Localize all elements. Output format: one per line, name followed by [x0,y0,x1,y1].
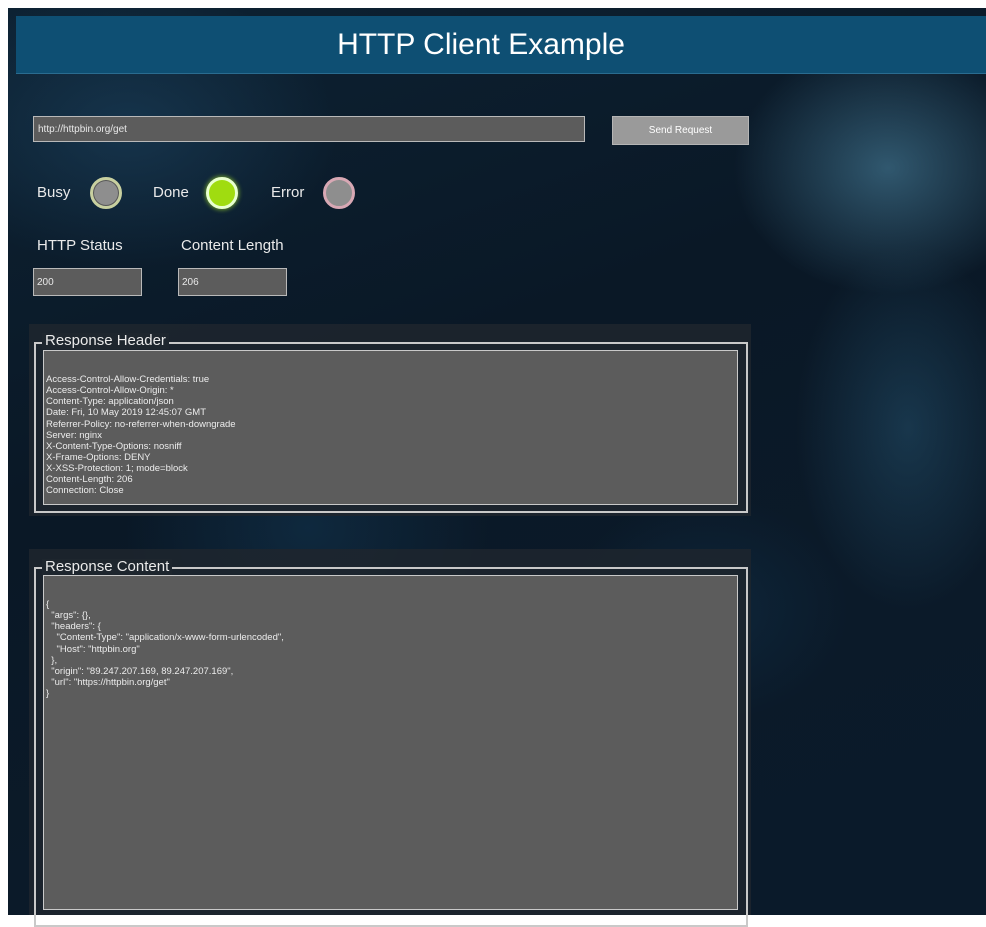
header-line: X-Content-Type-Options: nosniff [46,440,182,452]
header-line: X-Frame-Options: DENY [46,451,151,463]
done-indicator [206,177,238,209]
content-line: "Content-Type": "application/x-www-form-… [46,632,284,644]
header-line: Content-Type: application/json [46,396,174,408]
content-line: "origin": "89.247.207.169, 89.247.207.16… [46,665,234,677]
header-line: Access-Control-Allow-Origin: * [46,385,174,397]
content-length-label: Content Length [181,237,284,254]
error-indicator [323,177,355,209]
content-line: "url": "https://httpbin.org/get" [46,676,170,688]
error-label: Error [271,184,305,201]
content-line: "Host": "httpbin.org" [46,643,140,655]
content-line: } [46,687,50,699]
header-line: Date: Fri, 10 May 2019 12:45:07 GMT [46,407,206,419]
content-line: { [46,599,50,611]
content-line: }, [46,654,58,666]
header-line: Referrer-Policy: no-referrer-when-downgr… [46,418,236,430]
content-line: "args": {}, [46,610,91,622]
title-bar: HTTP Client Example [16,16,986,74]
header-line: Content-Length: 206 [46,474,133,486]
http-status-field[interactable] [33,268,142,296]
response-header-textarea[interactable]: Access-Control-Allow-Credentials: true Ac… [43,350,738,505]
header-line: Server: nginx [46,429,102,441]
header-line: Connection: Close [46,485,124,497]
busy-indicator [90,177,122,209]
http-status-label: HTTP Status [37,237,123,254]
content-length-field[interactable] [178,268,287,296]
response-content-textarea[interactable]: { "args": {}, "headers": { "Content-Type… [43,575,738,910]
response-header-label: Response Header [42,333,169,349]
response-content-label: Response Content [42,559,173,575]
busy-label: Busy [37,184,71,201]
send-request-button[interactable]: Send Request [612,116,749,145]
page-title: HTTP Client Example [337,27,625,61]
header-line: Access-Control-Allow-Credentials: true [46,374,210,386]
url-input[interactable] [33,116,585,142]
header-line: X-XSS-Protection: 1; mode=block [46,462,188,474]
content-line: "headers": { [46,621,101,633]
done-label: Done [153,184,189,201]
